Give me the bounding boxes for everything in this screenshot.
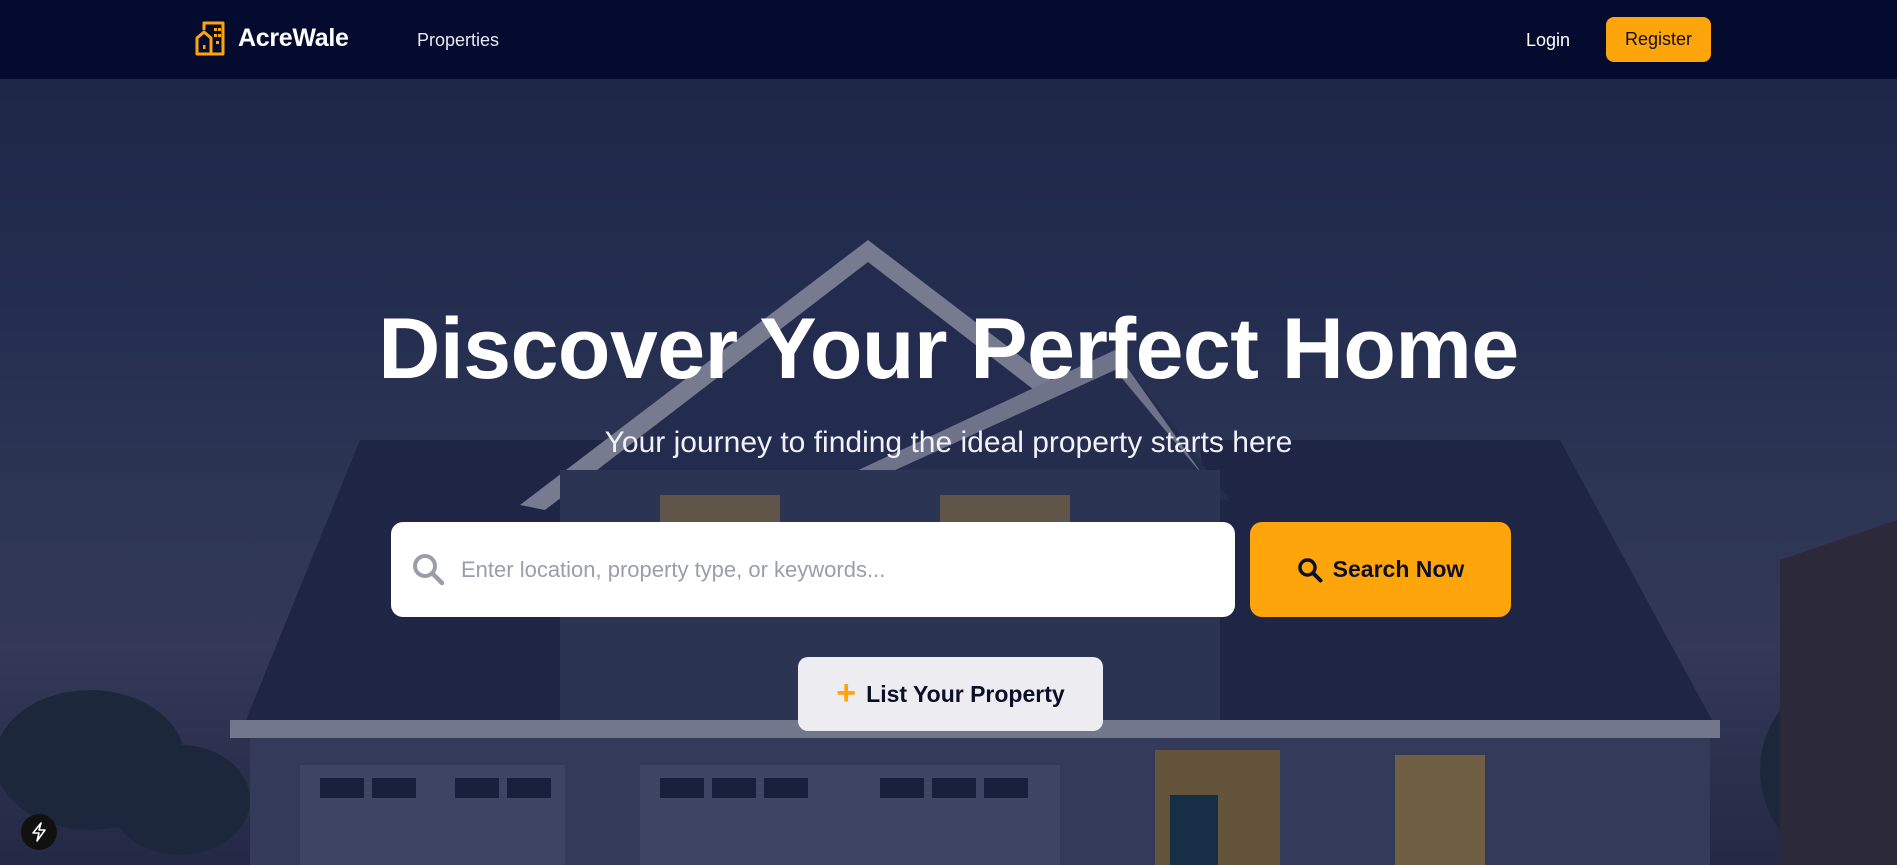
lightning-icon (32, 822, 46, 842)
search-box (391, 522, 1235, 617)
hero-title: Discover Your Perfect Home (378, 301, 1519, 397)
hero-subtitle: Your journey to finding the ideal proper… (604, 426, 1293, 459)
list-property-button[interactable]: + List Your Property (798, 657, 1103, 731)
search-icon (1297, 557, 1323, 582)
brand-name: AcreWale (238, 24, 349, 52)
plus-icon: + (836, 673, 857, 712)
nav-link-properties[interactable]: Properties (417, 30, 499, 51)
login-link[interactable]: Login (1526, 30, 1570, 51)
register-button[interactable]: Register (1606, 17, 1711, 62)
search-input[interactable] (461, 522, 1221, 617)
list-property-label: List Your Property (866, 680, 1065, 707)
brand-logo[interactable]: AcreWale (194, 21, 349, 56)
top-navbar: AcreWale Properties Login Register (0, 0, 1897, 79)
search-now-button[interactable]: Search Now (1250, 522, 1511, 617)
building-icon (195, 21, 225, 56)
search-now-label: Search Now (1332, 556, 1465, 582)
search-icon (413, 554, 445, 586)
dev-tools-badge[interactable] (21, 814, 57, 850)
